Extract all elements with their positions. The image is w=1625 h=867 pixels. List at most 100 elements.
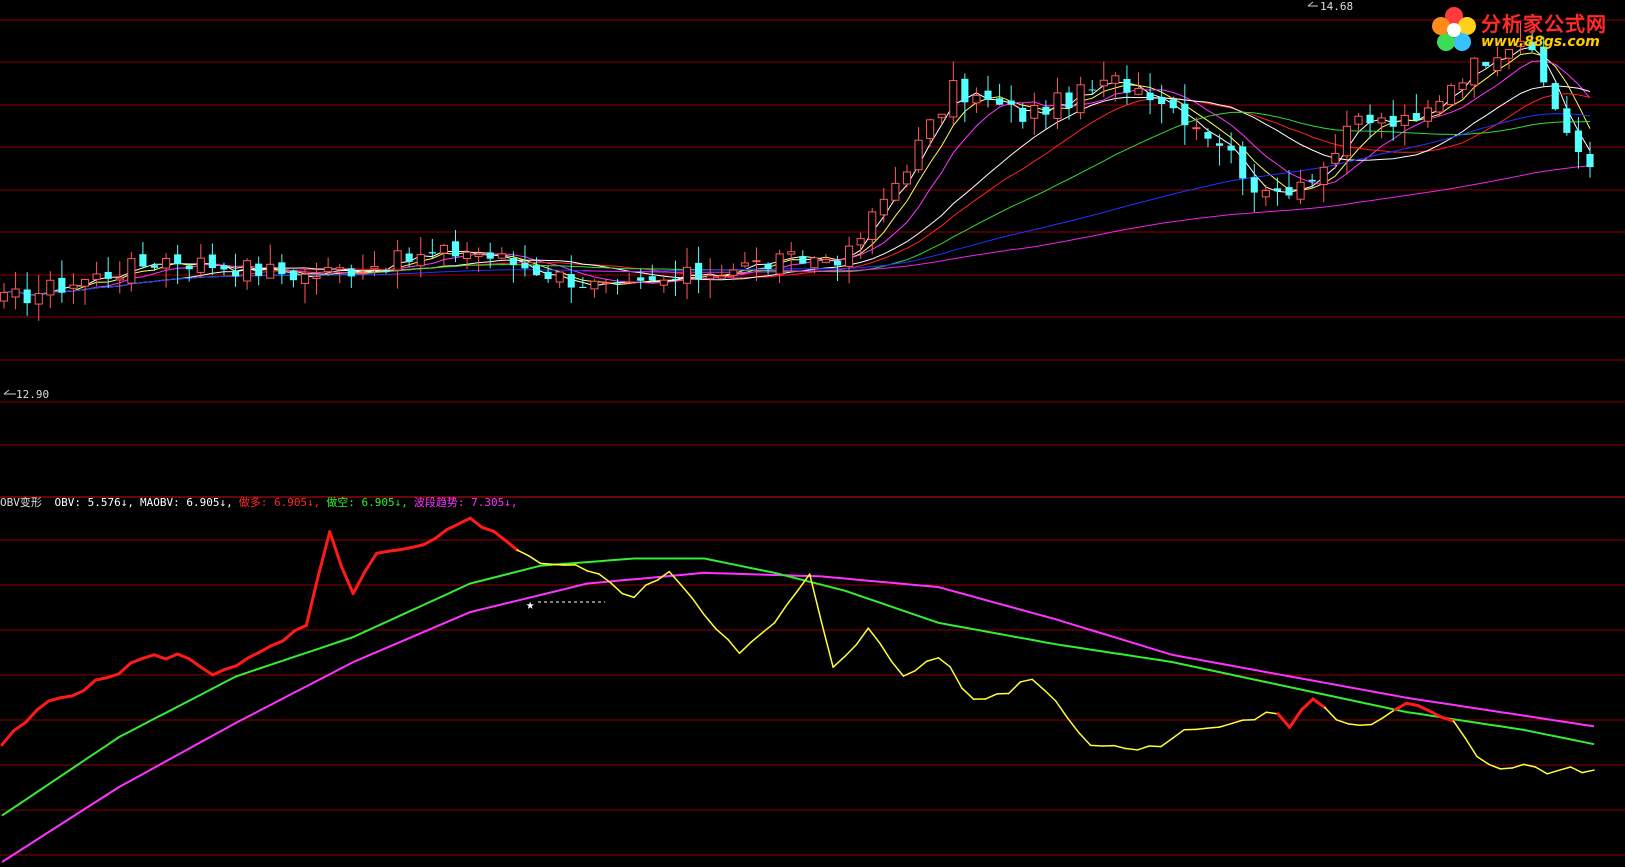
trend-line [1,571,1595,863]
obv-line-segment [949,666,963,689]
candle-body [393,250,402,271]
obv-line-segment [47,696,63,703]
obv-line-segment [421,537,437,547]
candle-body [1030,105,1039,119]
candle-body [0,292,9,302]
candle-body [474,253,483,258]
candle-body [706,275,715,280]
candle-body [555,271,564,283]
legend-item: 做空: 6.905↓, [326,496,408,509]
candle-body [1551,83,1559,110]
logo-url: www.88gs.com [1481,34,1600,50]
candle-body [810,257,819,269]
obv-line-segment [785,589,799,607]
candle-body [937,113,946,119]
obv-line-segment [199,665,215,677]
candle-body [682,266,692,284]
obv-line-segment [1359,723,1373,726]
candle-body [335,267,344,270]
candle-body [601,282,611,285]
obv-line-segment [258,644,273,654]
candle-body [544,271,552,279]
candle-body [821,259,831,263]
obv-line-segment [12,721,27,733]
obv-line-segment [398,545,414,552]
candle-body [1204,132,1212,139]
ma-line-white-fast [3,46,1591,296]
candle-body [521,262,529,269]
obv-line-segment [445,522,461,532]
candle-body [463,251,472,260]
candle-body [1134,87,1143,95]
obv-line-segment [492,529,507,542]
legend-item: 做多: 6.905↓, [238,496,321,509]
obv-line-segment [1230,719,1244,725]
obv-line-segment [680,584,694,600]
obv-line-segment [1393,701,1409,712]
obv-line-segment [1324,706,1338,721]
candle-body [231,270,240,277]
obv-line-segment [1440,715,1456,723]
stock-chart[interactable]: 14.68 12.90 ★ [0,0,1625,867]
candle-body [1342,125,1351,157]
candle-body [1366,114,1374,124]
obv-line-segment [1464,737,1478,758]
candle-body [1319,166,1328,186]
candle-body [1088,89,1096,91]
candle-body [127,258,136,284]
candle-body [1435,100,1444,113]
legend-item: MAOBV: 6.905↓, [139,496,233,509]
obv-line-segment [1311,697,1327,710]
candle-body [266,263,275,279]
star-icon: ★ [526,597,535,613]
candle-body [92,273,101,280]
obv-line-segment [1125,747,1139,751]
candle-body [914,139,923,171]
candle-body [1261,189,1270,198]
candle-body [1169,99,1177,109]
price-extreme-labels: 14.68 12.90 [3,0,1353,401]
candle-body [961,78,969,103]
candle-body [972,94,981,104]
obv-line-segment [539,562,553,566]
site-logo[interactable]: 分析家公式网 www.88gs.com [1427,4,1617,56]
candle-body [243,260,252,282]
candle-body [845,245,854,267]
flower-logo-icon [1432,7,1476,51]
obv-line-segment [1347,723,1361,726]
candle-body [1273,188,1281,192]
obv-line-segment [211,668,226,677]
obv-line-segment [246,650,262,660]
legend-item: 波段趋势: 7.305↓, [413,496,518,509]
obv-line-segment [1581,769,1595,774]
candle-body [579,286,587,289]
candle-body [220,265,228,270]
candle-body [1493,57,1502,72]
legend-item: OBV: 5.576↓, [54,496,134,509]
obv-line-segment [433,528,449,541]
candle-body [196,257,205,273]
candle-body [300,273,310,284]
crossover-signal: ★ [526,597,605,613]
candle-body [648,276,656,281]
obv-line-segment [35,699,51,712]
obv-line-segment [375,549,390,555]
obv-line-segment [715,628,729,641]
candle-body [1447,85,1456,106]
obv-line-segment [503,538,519,552]
candle-body [1099,79,1108,87]
obv-line-segment [480,525,496,533]
obv-line-segment [1452,720,1466,739]
low-label-tick [3,389,10,395]
candle-body [428,252,436,254]
obv-line-segment [1382,708,1396,719]
candle-body [1296,181,1305,200]
obv-line-segment [176,652,191,661]
obv-line-segment [304,575,320,627]
obv-line-segment [1288,708,1303,729]
obv-line-segment [1019,678,1033,683]
obv-line-segment [129,656,144,665]
candle-body [1354,115,1363,125]
obv-line-segment [328,530,343,568]
high-price-label: 14.68 [1320,0,1353,13]
